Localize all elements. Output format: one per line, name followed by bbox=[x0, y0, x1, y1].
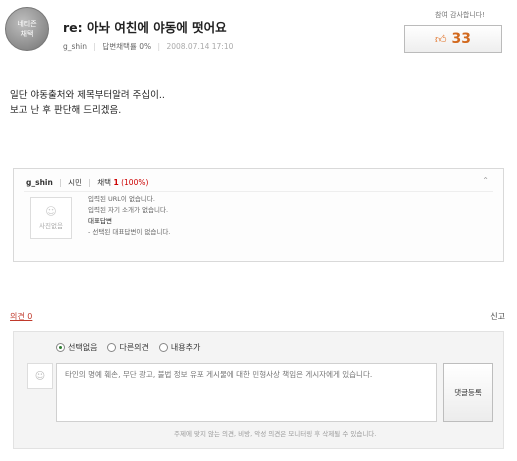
radio-icon bbox=[158, 343, 168, 352]
profile-photo-placeholder: ☺ 사진없음 bbox=[30, 197, 72, 239]
profile-details: 입력된 URL이 없습니다. 입력된 자기 소개가 없습니다. 대표답변 - 선… bbox=[88, 194, 170, 238]
answer-meta: g_shin | 답변채택률 0% | 2008.07.14 17:10 bbox=[63, 41, 233, 52]
radio-add-content[interactable]: 내용추가 bbox=[158, 342, 201, 353]
person-icon: ☺ bbox=[45, 205, 57, 218]
badge-line2: 채택 bbox=[20, 30, 34, 38]
profile-header: g_shin | 시민 | 채택 1 (100%) bbox=[26, 178, 149, 187]
profile-divider bbox=[24, 191, 493, 192]
radio-icon bbox=[107, 343, 117, 352]
answer-date: 2008.07.14 17:10 bbox=[166, 42, 234, 51]
submit-comment-button[interactable]: 댓글등록 bbox=[443, 363, 493, 422]
author-profile-box: g_shin | 시민 | 채택 1 (100%) ⌃ ☺ 사진없음 입력된 U… bbox=[13, 168, 504, 262]
radio-other-opinion[interactable]: 다른의견 bbox=[107, 342, 149, 353]
adopt-count: 1 bbox=[113, 178, 119, 187]
radio-no-selection[interactable]: 선택없음 bbox=[56, 342, 97, 353]
comment-form: 선택없음 다른의견 내용추가 ☺ 댓글등록 주제에 맞지 않는 의견, 비방, … bbox=[13, 331, 504, 449]
profile-rank: 시민 bbox=[68, 178, 82, 187]
reply-prefix: re: bbox=[63, 20, 83, 35]
body-line: 보고 난 후 판단해 드리겠음. bbox=[10, 105, 122, 116]
profile-url: 입력된 URL이 없습니다. bbox=[88, 195, 155, 203]
comment-input[interactable] bbox=[56, 363, 437, 422]
body-line: 일단 야동출처와 제목부터알려 주십이.. bbox=[10, 90, 165, 101]
answer-body: 일단 야동출처와 제목부터알려 주십이.. 보고 난 후 판단해 드리겠음. bbox=[10, 88, 165, 118]
thumbs-up-icon: 👍︎ bbox=[435, 32, 447, 46]
thanks-label: 참여 감사합니다! bbox=[434, 11, 486, 19]
profile-name[interactable]: g_shin bbox=[26, 178, 53, 187]
moderation-notice: 주제에 맞지 않는 의견, 비방, 악성 의견은 모니터링 후 삭제될 수 있습… bbox=[174, 430, 377, 438]
thanks-count: 33 bbox=[451, 31, 471, 47]
answer-title: re: 아놔 여친에 야동에 떳어요 bbox=[63, 17, 227, 36]
meta-divider: | bbox=[93, 42, 96, 51]
report-link[interactable]: 신고 bbox=[490, 311, 505, 322]
no-photo-label: 사진없음 bbox=[39, 222, 63, 230]
rep-answer-text: - 선택된 대표답변이 없습니다. bbox=[88, 228, 171, 236]
opinion-count-link[interactable]: 의견 0 bbox=[10, 311, 32, 322]
adopt-percent: (100%) bbox=[121, 178, 149, 187]
title-text: 아놔 여친에 야동에 떳어요 bbox=[87, 20, 227, 35]
author-link[interactable]: g_shin bbox=[63, 42, 87, 51]
thanks-button[interactable]: 👍︎ 33 bbox=[404, 25, 502, 53]
profile-intro: 입력된 자기 소개가 없습니다. bbox=[88, 206, 169, 214]
adoption-rate: 답변채택률 0% bbox=[102, 42, 152, 51]
radio-selected-icon bbox=[56, 343, 65, 352]
adopt-label: 채택 bbox=[97, 178, 112, 187]
radio-label: 내용추가 bbox=[170, 343, 201, 352]
meta-divider: | bbox=[157, 42, 161, 51]
opinion-type-radios: 선택없음 다른의견 내용추가 bbox=[56, 342, 200, 353]
radio-label: 다른의견 bbox=[119, 343, 149, 352]
chevron-up-icon[interactable]: ⌃ bbox=[482, 176, 489, 185]
avatar: ☺ bbox=[27, 363, 53, 389]
netizen-adopted-badge: 네티즌 채택 bbox=[5, 7, 49, 51]
badge-line1: 네티즌 bbox=[17, 20, 37, 28]
rep-answer-title: 대표답변 bbox=[88, 217, 112, 225]
radio-label: 선택없음 bbox=[68, 343, 98, 352]
